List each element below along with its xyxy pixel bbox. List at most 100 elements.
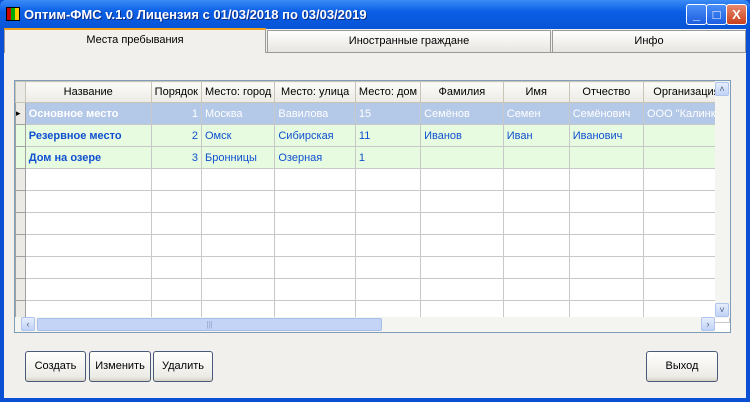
empty-cell [502, 190, 570, 213]
cell-firstname[interactable]: Семен [502, 102, 570, 125]
horizontal-scrollbar[interactable]: ‹ ||| › [15, 317, 715, 332]
cell-house[interactable]: 1 [354, 146, 422, 169]
tab-places[interactable]: Места пребывания [4, 28, 266, 53]
vertical-scrollbar[interactable]: ˄ ˅ [715, 81, 730, 318]
scroll-left-button[interactable]: ‹ [21, 317, 35, 331]
empty-cell [24, 168, 152, 191]
cell-surname[interactable] [420, 146, 504, 169]
app-window: Оптим-ФМС v.1.0 Лицензия с 01/03/2018 по… [0, 0, 750, 402]
cell-order[interactable]: 1 [150, 102, 203, 125]
empty-cell [150, 212, 203, 235]
empty-cell [24, 278, 152, 301]
empty-cell [420, 256, 504, 279]
row-indicator[interactable] [15, 146, 26, 169]
empty-cell [568, 168, 644, 191]
create-button[interactable]: Создать [25, 351, 86, 382]
empty-cell [502, 256, 570, 279]
empty-cell [200, 278, 276, 301]
cell-surname[interactable]: Семёнов [420, 102, 504, 125]
cell-firstname[interactable] [502, 146, 570, 169]
empty-cell [15, 256, 26, 279]
cell-street[interactable]: Сибирская [274, 124, 356, 147]
cell-name[interactable]: Основное место [24, 102, 152, 125]
data-grid[interactable]: Название Порядок Место: город Место: ули… [14, 80, 731, 333]
empty-cell [502, 278, 570, 301]
empty-row [15, 190, 730, 213]
empty-cell [15, 212, 26, 235]
empty-cell [502, 212, 570, 235]
empty-cell [150, 278, 203, 301]
cell-street[interactable]: Вавилова [274, 102, 356, 125]
empty-cell [200, 168, 276, 191]
scroll-down-button[interactable]: ˅ [715, 303, 729, 317]
empty-cell [200, 256, 276, 279]
cell-house[interactable]: 15 [354, 102, 422, 125]
empty-cell [502, 168, 570, 191]
cell-name[interactable]: Резервное место [24, 124, 152, 147]
cell-order[interactable]: 3 [150, 146, 203, 169]
empty-cell [354, 278, 422, 301]
col-header-street[interactable]: Место: улица [274, 81, 356, 103]
empty-cell [274, 234, 356, 257]
header-indicator [15, 81, 26, 103]
cell-city[interactable]: Москва [200, 102, 276, 125]
empty-cell [420, 168, 504, 191]
empty-cell [502, 234, 570, 257]
empty-cell [420, 278, 504, 301]
col-header-name[interactable]: Название [24, 81, 152, 103]
cell-street[interactable]: Озерная [274, 146, 356, 169]
empty-cell [15, 278, 26, 301]
col-header-firstname[interactable]: Имя [502, 81, 570, 103]
empty-cell [15, 168, 26, 191]
scroll-up-button[interactable]: ˄ [715, 82, 729, 96]
col-header-city[interactable]: Место: город [200, 81, 276, 103]
maximize-button[interactable]: □ [706, 4, 727, 25]
empty-row [15, 278, 730, 301]
empty-cell [150, 190, 203, 213]
col-header-patronymic[interactable]: Отчество [568, 81, 644, 103]
empty-cell [200, 234, 276, 257]
empty-cell [354, 190, 422, 213]
empty-cell [568, 212, 644, 235]
row-indicator[interactable] [15, 124, 26, 147]
cell-patronymic[interactable] [568, 146, 644, 169]
empty-cell [420, 190, 504, 213]
grid-header: Название Порядок Место: город Место: ули… [15, 81, 730, 103]
title-bar: Оптим-ФМС v.1.0 Лицензия с 01/03/2018 по… [0, 0, 750, 29]
cell-city[interactable]: Омск [200, 124, 276, 147]
tab-info[interactable]: Инфо [552, 30, 746, 52]
empty-cell [420, 234, 504, 257]
scroll-right-button[interactable]: › [701, 317, 715, 331]
col-header-house[interactable]: Место: дом [354, 81, 422, 103]
cell-surname[interactable]: Иванов [420, 124, 504, 147]
table-row[interactable]: Дом на озере 3 Бронницы Озерная 1 [15, 146, 730, 169]
horizontal-scroll-thumb[interactable]: ||| [37, 318, 382, 331]
table-row[interactable]: ▸ Основное место 1 Москва Вавилова 15 Семёнов С… [15, 102, 730, 125]
col-header-order[interactable]: Порядок [150, 81, 203, 103]
cell-city[interactable]: Бронницы [200, 146, 276, 169]
cell-patronymic[interactable]: Семёнович [568, 102, 644, 125]
exit-button[interactable]: Выход [646, 351, 718, 382]
edit-button[interactable]: Изменить [89, 351, 151, 382]
cell-order[interactable]: 2 [150, 124, 203, 147]
cell-house[interactable]: 11 [354, 124, 422, 147]
delete-button[interactable]: Удалить [153, 351, 213, 382]
empty-cell [568, 190, 644, 213]
empty-cell [354, 168, 422, 191]
cell-patronymic[interactable]: Иванович [568, 124, 644, 147]
close-button[interactable]: X [726, 4, 747, 25]
empty-cell [274, 256, 356, 279]
tab-foreign-citizens[interactable]: Иностранные граждане [267, 30, 551, 52]
empty-cell [420, 212, 504, 235]
col-header-surname[interactable]: Фамилия [420, 81, 504, 103]
table-row[interactable]: Резервное место 2 Омск Сибирская 11 Иванов Ива… [15, 124, 730, 147]
empty-cell [274, 278, 356, 301]
grid-table: Название Порядок Место: город Место: ули… [15, 81, 730, 323]
cell-firstname[interactable]: Иван [502, 124, 570, 147]
empty-cell [150, 168, 203, 191]
row-indicator[interactable]: ▸ [15, 102, 26, 125]
minimize-button[interactable]: _ [686, 4, 707, 25]
empty-row [15, 212, 730, 235]
cell-name[interactable]: Дом на озере [24, 146, 152, 169]
empty-cell [15, 190, 26, 213]
